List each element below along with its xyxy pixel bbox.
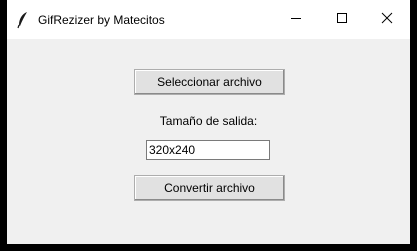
main-content: Seleccionar archivo Tamaño de salida: Co…	[7, 39, 410, 244]
close-button[interactable]	[364, 0, 410, 39]
convert-file-button[interactable]: Convertir archivo	[134, 175, 285, 201]
maximize-button[interactable]	[319, 0, 365, 39]
select-file-button[interactable]: Seleccionar archivo	[134, 69, 285, 95]
close-icon	[381, 11, 393, 29]
title-bar[interactable]: GifRezizer by Matecitos	[7, 0, 410, 39]
minimize-button[interactable]	[273, 0, 319, 39]
minimize-icon	[290, 11, 302, 29]
output-size-input[interactable]	[146, 140, 270, 160]
maximize-icon	[336, 11, 348, 29]
output-size-label: Tamaño de salida:	[159, 114, 258, 128]
feather-icon	[15, 11, 31, 29]
window-title: GifRezizer by Matecitos	[38, 13, 165, 27]
app-window: GifRezizer by Matecitos Seleccionar arch…	[7, 0, 410, 244]
